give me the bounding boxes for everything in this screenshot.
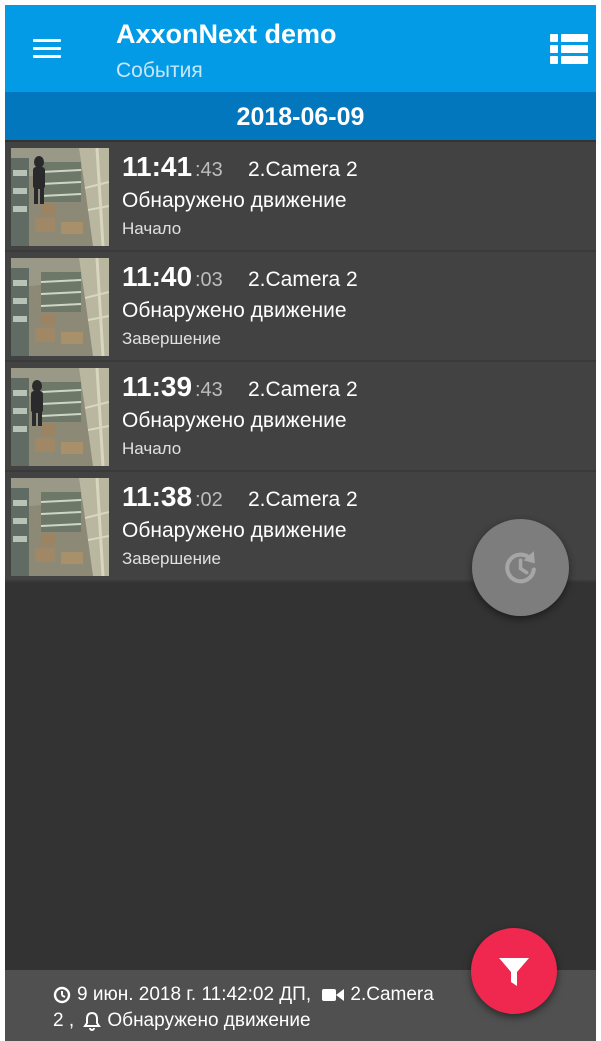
event-phase: Завершение (122, 329, 221, 348)
event-time-sec: :02 (195, 489, 223, 511)
event-time-sec: :43 (195, 379, 223, 401)
event-row[interactable]: 11:39 :43 2.Camera 2 Обнаружено движение… (5, 362, 596, 472)
status-line-1: 9 июн. 2018 г. 11:42:02 ДП, 2.Camera (53, 984, 434, 1006)
filter-icon (499, 958, 529, 986)
event-thumbnail (11, 478, 109, 576)
event-type: Обнаружено движение (122, 409, 347, 432)
event-phase: Начало (122, 219, 182, 238)
filter-button[interactable] (471, 928, 557, 1014)
list-view-icon[interactable] (550, 33, 588, 65)
event-time-sec: :43 (195, 159, 223, 181)
status-datetime: 9 июн. 2018 г. 11:42:02 ДП, (77, 984, 312, 1005)
event-time-hm: 11:41 (122, 151, 193, 182)
video-camera-icon (322, 989, 345, 1001)
event-camera: 2.Camera 2 (248, 378, 358, 401)
status-camera-part1: 2.Camera (350, 984, 434, 1005)
event-thumbnail (11, 148, 109, 246)
event-time-hm: 11:40 (122, 261, 193, 292)
status-camera-part2: 2 , (53, 1010, 75, 1031)
event-time-hm: 11:38 (122, 481, 193, 512)
event-type: Обнаружено движение (122, 189, 347, 212)
clock-icon (53, 986, 71, 1004)
status-event: Обнаружено движение (107, 1010, 311, 1031)
event-camera: 2.Camera 2 (248, 488, 358, 511)
menu-icon[interactable] (33, 37, 63, 59)
event-phase: Завершение (122, 549, 221, 568)
app-screen: AxxonNext demo События 2018-06-09 11:41 … (5, 5, 596, 1041)
app-title: AxxonNext demo (116, 19, 337, 49)
status-line-2: 2 , Обнаружено движение (53, 1010, 311, 1032)
history-button[interactable] (472, 519, 569, 616)
event-phase: Начало (122, 439, 182, 458)
event-time-hm: 11:39 (122, 371, 193, 402)
date-header: 2018-06-09 (5, 92, 596, 140)
app-bar: AxxonNext demo События (5, 5, 596, 92)
event-type: Обнаружено движение (122, 519, 347, 542)
event-type: Обнаружено движение (122, 299, 347, 322)
event-list: 11:41 :43 2.Camera 2 Обнаружено движение… (5, 142, 596, 582)
event-row[interactable]: 11:40 :03 2.Camera 2 Обнаружено движение… (5, 252, 596, 362)
event-thumbnail (11, 368, 109, 466)
bell-icon (83, 1011, 102, 1031)
event-camera: 2.Camera 2 (248, 158, 358, 181)
event-camera: 2.Camera 2 (248, 268, 358, 291)
history-icon (505, 551, 536, 584)
event-thumbnail (11, 258, 109, 356)
event-time-sec: :03 (195, 269, 223, 291)
app-subtitle: События (116, 59, 203, 82)
event-row[interactable]: 11:41 :43 2.Camera 2 Обнаружено движение… (5, 142, 596, 252)
